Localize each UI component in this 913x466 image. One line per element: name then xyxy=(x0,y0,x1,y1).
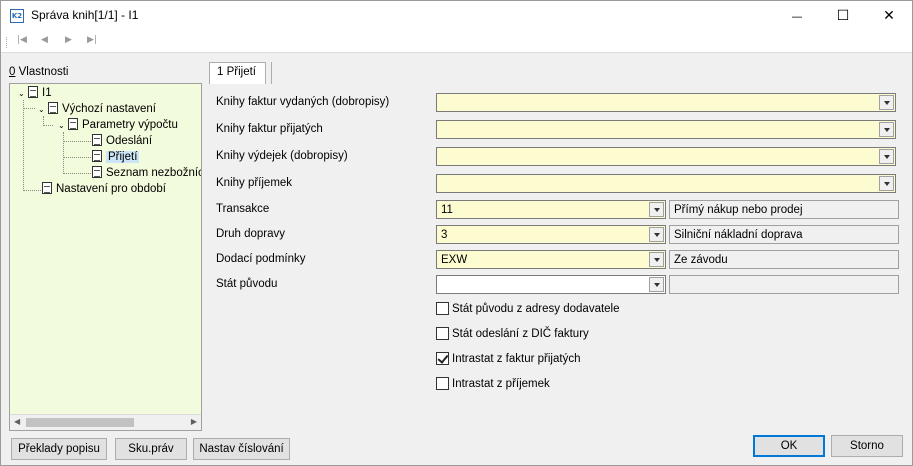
ok-button[interactable]: OK xyxy=(753,435,825,457)
dropdown-arrow-icon[interactable] xyxy=(879,122,894,137)
record-navigation-toolbar: |◀ ◀ ▶ ▶| xyxy=(1,31,912,53)
document-icon xyxy=(92,150,102,162)
first-record-icon[interactable]: |◀ xyxy=(17,35,27,45)
intrastat-from-received-invoices-checkbox[interactable]: Intrastat z faktur přijatých xyxy=(436,351,580,367)
tab-receipt[interactable]: 1 Přijetí xyxy=(209,62,266,84)
window-title: Správa knih[1/1] - I1 xyxy=(31,8,139,22)
field-label: Stát původu xyxy=(216,278,278,290)
tree-node-dispatch[interactable]: Odeslání xyxy=(92,133,152,149)
checkbox-box[interactable] xyxy=(436,302,449,315)
document-icon xyxy=(68,118,78,130)
dropdown-arrow-icon[interactable] xyxy=(879,176,894,191)
minimize-button[interactable]: — xyxy=(774,1,820,31)
transport-mode-description: Silniční nákladní doprava xyxy=(669,225,899,244)
access-rights-button[interactable]: Sku.práv xyxy=(115,438,187,460)
tree-node-period-settings[interactable]: Nastavení pro období xyxy=(42,181,166,197)
issue-slips-books-select[interactable] xyxy=(436,147,896,166)
tree-node-calculation-parameters[interactable]: ⌄ Parametry výpočtu xyxy=(58,117,178,133)
expand-icon[interactable]: ⌄ xyxy=(18,86,28,102)
dropdown-arrow-icon[interactable] xyxy=(649,277,664,292)
cancel-button[interactable]: Storno xyxy=(831,435,903,457)
scroll-right-icon[interactable]: ▶ xyxy=(191,417,197,426)
tree-node-i1[interactable]: ⌄ I1 xyxy=(18,85,52,101)
toolbar-grip xyxy=(6,37,8,48)
tree-node-default-settings[interactable]: ⌄ Výchozí nastavení xyxy=(38,101,156,117)
intrastat-from-receipts-checkbox[interactable]: Intrastat z příjemek xyxy=(436,376,550,392)
country-of-origin-description xyxy=(669,275,899,294)
dropdown-arrow-icon[interactable] xyxy=(649,202,664,217)
selected-node-label: Přijetí xyxy=(106,151,140,163)
field-label: Dodací podmínky xyxy=(216,253,306,265)
close-icon: ✕ xyxy=(883,8,895,24)
field-label: Transakce xyxy=(216,203,270,215)
country-of-origin-select[interactable] xyxy=(436,275,666,294)
translate-description-button[interactable]: Překlady popisu xyxy=(11,438,107,460)
dropdown-arrow-icon[interactable] xyxy=(649,227,664,242)
title-bar: K2 Správa knih[1/1] - I1 — ☐ ✕ xyxy=(1,1,912,31)
tree-node-non-goods-list[interactable]: Seznam nezbožních xyxy=(92,165,201,181)
dispatch-from-vat-id-checkbox[interactable]: Stát odeslání z DIČ faktury xyxy=(436,326,589,342)
transaction-description: Přímý nákup nebo prodej xyxy=(669,200,899,219)
delivery-terms-description: Ze závodu xyxy=(669,250,899,269)
numbering-settings-button[interactable]: Nastav číslování xyxy=(193,438,290,460)
tree-node-receipt[interactable]: Přijetí xyxy=(92,149,140,165)
tree-horizontal-scrollbar[interactable]: ◀ ▶ xyxy=(10,414,201,430)
checkbox-box[interactable] xyxy=(436,377,449,390)
field-label: Knihy výdejek (dobropisy) xyxy=(216,150,348,162)
expand-icon[interactable]: ⌄ xyxy=(38,102,48,118)
dropdown-arrow-icon[interactable] xyxy=(879,149,894,164)
transaction-select[interactable]: 11 xyxy=(436,200,666,219)
minimize-icon: — xyxy=(791,9,803,23)
properties-panel-label: 0 Vlastnosti xyxy=(9,66,69,78)
document-icon xyxy=(28,86,38,98)
issued-invoices-books-select[interactable] xyxy=(436,93,896,112)
checkbox-box[interactable] xyxy=(436,352,449,365)
maximize-icon: ☐ xyxy=(836,8,850,24)
field-label: Druh dopravy xyxy=(216,228,286,240)
receipt-slips-books-select[interactable] xyxy=(436,174,896,193)
field-label: Knihy příjemek xyxy=(216,177,293,189)
checkbox-box[interactable] xyxy=(436,327,449,340)
field-label: Knihy faktur vydaných (dobropisy) xyxy=(216,96,390,108)
previous-record-icon[interactable]: ◀ xyxy=(41,35,48,45)
properties-tree[interactable]: ⌄ I1 ⌄ Výchozí nastavení ⌄ Parametry výpočt… xyxy=(9,83,202,431)
maximize-button[interactable]: ☐ xyxy=(820,1,866,31)
app-icon: K2 xyxy=(10,9,24,23)
dropdown-arrow-icon[interactable] xyxy=(649,252,664,267)
expand-icon[interactable]: ⌄ xyxy=(58,118,68,134)
scrollbar-thumb[interactable] xyxy=(26,418,134,427)
dialog-window: K2 Správa knih[1/1] - I1 — ☐ ✕ |◀ ◀ ▶ ▶|… xyxy=(0,0,913,466)
field-label: Knihy faktur přijatých xyxy=(216,123,323,135)
next-record-icon[interactable]: ▶ xyxy=(65,35,72,45)
origin-from-supplier-address-checkbox[interactable]: Stát původu z adresy dodavatele xyxy=(436,301,620,317)
scroll-left-icon[interactable]: ◀ xyxy=(14,417,20,426)
document-icon xyxy=(92,166,102,178)
delivery-terms-select[interactable]: EXW xyxy=(436,250,666,269)
document-icon xyxy=(48,102,58,114)
document-icon xyxy=(42,182,52,194)
document-icon xyxy=(92,134,102,146)
received-invoices-books-select[interactable] xyxy=(436,120,896,139)
close-button[interactable]: ✕ xyxy=(866,1,912,31)
dropdown-arrow-icon[interactable] xyxy=(879,95,894,110)
transport-mode-select[interactable]: 3 xyxy=(436,225,666,244)
last-record-icon[interactable]: ▶| xyxy=(87,35,97,45)
